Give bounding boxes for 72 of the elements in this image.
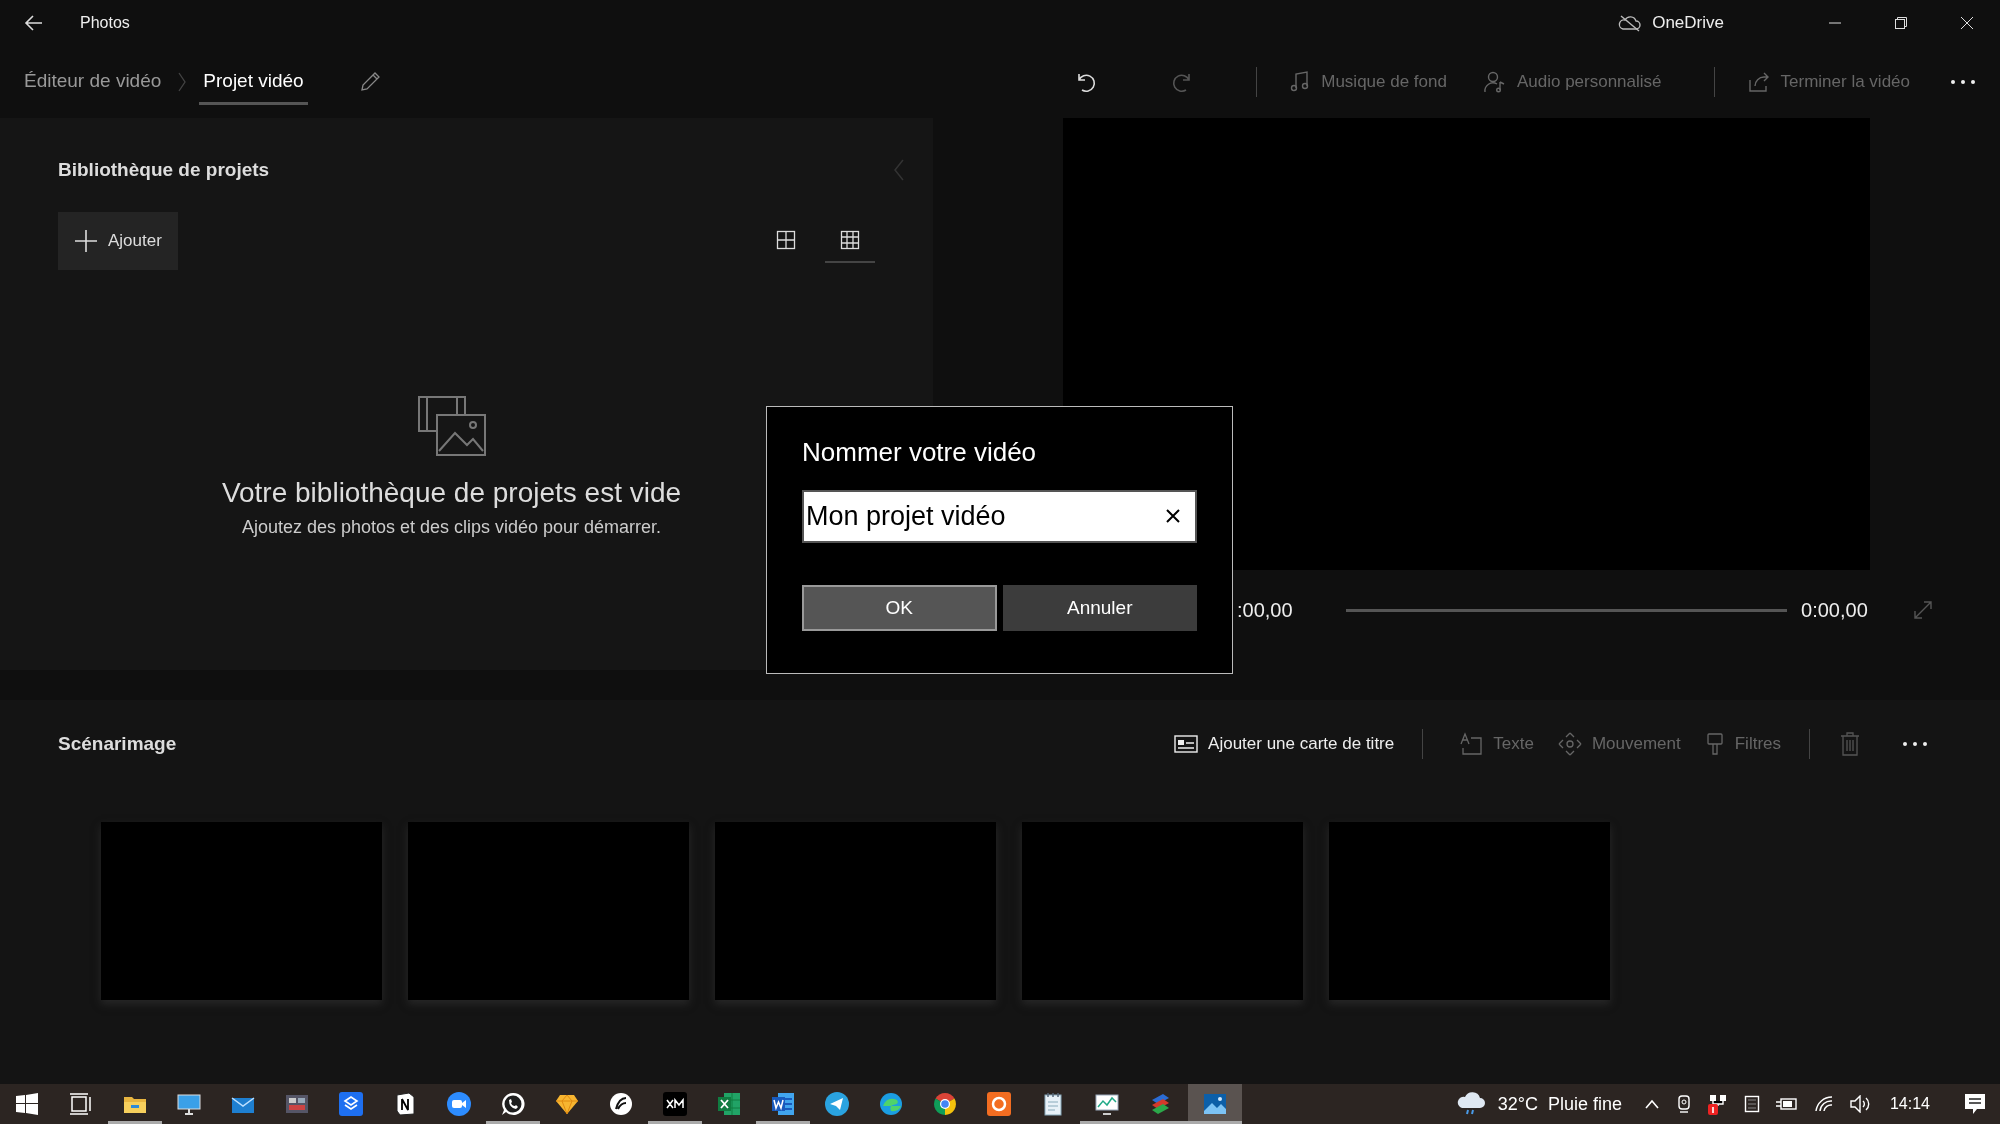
notepad-icon bbox=[1043, 1092, 1063, 1116]
restore-icon bbox=[1894, 16, 1908, 30]
library-title: Bibliothèque de projets bbox=[58, 159, 270, 181]
breadcrumb-item[interactable]: Éditeur de vidéo bbox=[20, 59, 166, 105]
storyboard-title: Scénarimage bbox=[58, 733, 177, 755]
battery-plug-icon[interactable] bbox=[1775, 1096, 1798, 1112]
total-time: 0:00,00 bbox=[1801, 598, 1868, 622]
name-field[interactable]: Mon projet vidéo bbox=[802, 490, 1197, 543]
webcam-icon[interactable] bbox=[1675, 1094, 1692, 1114]
trash-icon bbox=[1840, 732, 1860, 756]
speech-bubble-icon bbox=[1963, 1092, 1987, 1116]
film-icon bbox=[285, 1093, 309, 1115]
add-button[interactable]: Ajouter bbox=[58, 212, 178, 270]
monitor-icon bbox=[177, 1093, 201, 1115]
card-icon bbox=[1174, 735, 1199, 753]
dialog-title: Nommer votre vidéo bbox=[802, 437, 1038, 468]
weather-condition[interactable]: Pluie fine bbox=[1547, 1093, 1622, 1115]
box-icon bbox=[339, 1092, 363, 1116]
rain-cloud-icon bbox=[1455, 1092, 1486, 1116]
more-icon bbox=[1950, 79, 1976, 85]
empty-message: Ajoutez des photos et des clips vidéo pour démarrer. bbox=[241, 517, 662, 538]
chart-monitor-icon bbox=[1095, 1093, 1119, 1115]
circle-tile-icon bbox=[987, 1092, 1011, 1116]
browser-icon bbox=[933, 1092, 957, 1116]
current-time: :00,00 bbox=[1237, 598, 1294, 622]
breadcrumb-item[interactable]: Projet vidéo bbox=[199, 59, 308, 105]
spreadsheet-icon bbox=[717, 1092, 741, 1116]
close-icon bbox=[1960, 16, 1974, 30]
chevron-left-icon bbox=[893, 158, 905, 182]
video-camera-icon bbox=[447, 1092, 471, 1116]
network-badge-icon[interactable] bbox=[1707, 1093, 1728, 1115]
share-icon bbox=[1746, 70, 1771, 94]
temperature[interactable]: 32°C bbox=[1497, 1093, 1538, 1115]
account-name[interactable]: OneDrive bbox=[1652, 13, 1724, 33]
swirl-icon bbox=[609, 1092, 633, 1116]
small-grid-icon bbox=[840, 230, 860, 250]
envelope-icon bbox=[231, 1094, 255, 1114]
diamond-icon bbox=[555, 1093, 579, 1115]
title-card-button[interactable]: Ajouter une carte de titre bbox=[1166, 722, 1403, 766]
more-icon bbox=[1902, 741, 1928, 747]
chevron-up-icon[interactable] bbox=[1643, 1098, 1660, 1110]
chevron-icon bbox=[177, 71, 188, 93]
cancel-button[interactable]: Annuler bbox=[1002, 585, 1197, 631]
move-arrows-icon bbox=[1557, 732, 1582, 756]
dark-tile-icon bbox=[663, 1092, 687, 1116]
square-icon[interactable] bbox=[1743, 1095, 1760, 1113]
cloud-off-icon bbox=[1618, 14, 1643, 32]
landscape-icon bbox=[1203, 1093, 1227, 1115]
seek-slider[interactable] bbox=[1345, 608, 1788, 612]
empty-title: Votre bibliothèque de projets est vide bbox=[221, 477, 682, 509]
folder-icon bbox=[123, 1094, 147, 1114]
back-arrow-icon bbox=[24, 14, 44, 32]
window-title: Photos bbox=[80, 14, 130, 32]
speaker-icon[interactable] bbox=[1849, 1095, 1872, 1113]
task-view-icon bbox=[69, 1093, 93, 1115]
brush-icon bbox=[1704, 732, 1725, 756]
phone-bubble-icon bbox=[501, 1092, 525, 1116]
ok-button[interactable]: OK bbox=[802, 585, 997, 631]
expand-icon bbox=[1913, 600, 1934, 620]
clock[interactable]: 14:14 bbox=[1889, 1095, 1930, 1113]
large-grid-icon bbox=[776, 230, 796, 250]
wifi-icon[interactable] bbox=[1813, 1095, 1834, 1113]
windows-icon bbox=[16, 1093, 38, 1115]
clear-icon[interactable] bbox=[1165, 508, 1181, 524]
wave-circle-icon bbox=[879, 1092, 903, 1116]
plus-icon bbox=[74, 229, 98, 253]
paper-plane-icon bbox=[825, 1092, 849, 1116]
photo-film-icon bbox=[416, 395, 487, 457]
text-frame-icon bbox=[1459, 732, 1484, 756]
notebook-icon bbox=[394, 1092, 416, 1116]
person-audio-icon bbox=[1482, 70, 1507, 94]
document-icon bbox=[771, 1092, 795, 1116]
